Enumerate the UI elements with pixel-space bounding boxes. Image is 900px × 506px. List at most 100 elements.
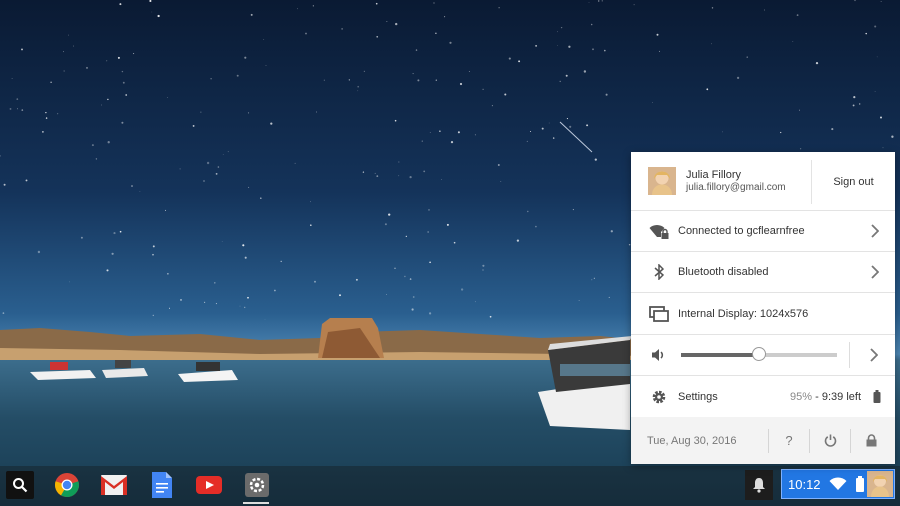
star xyxy=(764,9,766,11)
chrome-app[interactable] xyxy=(53,471,81,499)
gear-icon xyxy=(648,389,670,405)
star xyxy=(433,2,435,4)
star xyxy=(541,127,544,130)
star xyxy=(248,186,250,188)
star xyxy=(586,124,589,127)
star xyxy=(200,111,202,113)
star xyxy=(180,299,182,301)
star xyxy=(450,141,454,144)
star xyxy=(423,170,426,173)
settings-label: Settings xyxy=(678,390,718,403)
star xyxy=(412,73,414,75)
volume-slider-track xyxy=(759,353,837,357)
status-area-button[interactable]: 10:12 xyxy=(781,469,895,499)
star xyxy=(164,209,167,211)
star xyxy=(652,102,653,103)
star xyxy=(21,109,24,111)
star xyxy=(428,312,432,315)
star xyxy=(9,107,12,110)
star xyxy=(91,144,94,147)
help-icon: ? xyxy=(785,433,793,448)
star xyxy=(16,98,19,100)
lock-button[interactable] xyxy=(850,428,891,453)
notifications-button[interactable] xyxy=(745,470,773,500)
date-label[interactable]: Tue, Aug 30, 2016 xyxy=(647,435,768,447)
display-icon xyxy=(648,305,670,322)
power-icon xyxy=(824,434,836,447)
star xyxy=(357,90,359,92)
star xyxy=(859,103,861,105)
chevron-right-icon xyxy=(865,224,885,238)
star xyxy=(441,179,442,180)
star xyxy=(25,179,28,182)
star xyxy=(222,154,224,155)
star xyxy=(107,98,109,101)
star xyxy=(37,250,41,254)
star xyxy=(409,278,412,280)
volume-icon[interactable] xyxy=(648,348,670,362)
star xyxy=(386,294,387,296)
star xyxy=(119,230,122,233)
star xyxy=(854,0,856,2)
star xyxy=(548,122,550,124)
star xyxy=(363,70,366,73)
star xyxy=(398,161,400,163)
star xyxy=(265,65,267,67)
star xyxy=(157,14,160,18)
sign-out-button[interactable]: Sign out xyxy=(811,160,895,204)
help-button[interactable]: ? xyxy=(768,428,809,453)
star xyxy=(168,307,171,309)
shooting-star xyxy=(559,121,593,153)
star xyxy=(656,33,659,36)
bluetooth-row[interactable]: Bluetooth disabled xyxy=(631,252,895,293)
power-button[interactable] xyxy=(809,428,850,453)
gmail-app[interactable] xyxy=(100,471,128,499)
star xyxy=(780,131,782,134)
star xyxy=(659,50,660,52)
display-row[interactable]: Internal Display: 1024x576 xyxy=(631,293,895,335)
star xyxy=(526,140,528,142)
star xyxy=(412,296,415,298)
star xyxy=(482,88,484,90)
docs-app[interactable] xyxy=(148,471,176,499)
settings-row[interactable]: Settings 95% - 9:39 left xyxy=(631,376,895,417)
star xyxy=(357,85,360,88)
star xyxy=(0,155,1,157)
star xyxy=(63,70,65,72)
star xyxy=(227,151,229,153)
star xyxy=(297,8,298,10)
star xyxy=(798,109,801,111)
star xyxy=(294,162,296,164)
star xyxy=(152,245,155,248)
star xyxy=(429,132,431,134)
star xyxy=(215,303,217,305)
star xyxy=(796,14,799,16)
star xyxy=(236,74,239,77)
star xyxy=(210,78,212,80)
star xyxy=(500,181,502,182)
star xyxy=(590,23,593,26)
battery-icon xyxy=(873,390,881,403)
star xyxy=(882,147,884,149)
bluetooth-label: Bluetooth disabled xyxy=(678,266,769,278)
network-row[interactable]: Connected to gcflearnfree xyxy=(631,211,895,252)
settings-app[interactable] xyxy=(243,471,271,499)
volume-slider[interactable] xyxy=(681,347,837,361)
star xyxy=(386,21,388,22)
volume-detail-chevron-icon[interactable] xyxy=(864,348,884,362)
clock: 10:12 xyxy=(788,476,821,492)
large-boat xyxy=(538,336,632,430)
star xyxy=(457,131,460,134)
star xyxy=(601,0,603,2)
star xyxy=(583,70,587,73)
star xyxy=(439,130,441,132)
star xyxy=(355,278,358,281)
wifi-icon xyxy=(829,477,847,491)
youtube-app[interactable] xyxy=(195,471,223,499)
app-launcher-button[interactable] xyxy=(6,471,34,499)
star xyxy=(429,261,431,264)
star xyxy=(167,273,169,275)
star xyxy=(111,252,114,255)
star xyxy=(384,223,387,226)
volume-slider-thumb[interactable] xyxy=(752,347,766,361)
